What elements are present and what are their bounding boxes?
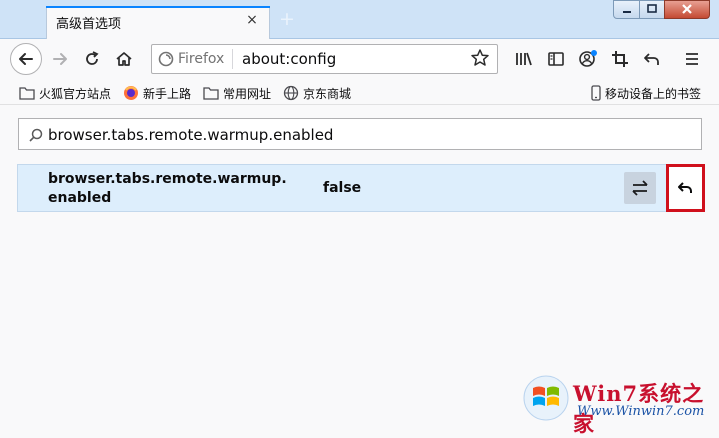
bookmark-item[interactable]: 火狐官方站点 [19, 84, 111, 102]
windows-logo-icon [523, 375, 569, 421]
identity-box[interactable]: Firefox [158, 50, 224, 68]
bookmark-label: 新手上路 [143, 86, 192, 101]
toggle-arrows-icon [632, 180, 648, 196]
tab-active-indicator [46, 6, 270, 8]
arrow-left-icon [19, 53, 33, 65]
bookmark-label: 移动设备上的书签 [605, 86, 702, 101]
preference-name-line-1: browser.tabs.remote.warmup. [48, 171, 287, 187]
window-maximize-button[interactable] [639, 0, 665, 19]
tab-title: 高级首选项 [56, 17, 122, 32]
preference-name: browser.tabs.remote.warmup. enabled [48, 170, 298, 208]
bookmark-label: 京东商城 [303, 86, 352, 101]
reload-icon [86, 51, 99, 65]
back-button[interactable] [10, 43, 42, 75]
watermark-url: Www.Winwin7.com [577, 404, 705, 419]
bookmark-item[interactable]: 新手上路 [123, 84, 191, 102]
reset-arrow-icon [677, 182, 692, 193]
arrow-right-icon [53, 53, 67, 65]
reset-button[interactable] [666, 164, 705, 212]
preference-name-line-2: enabled [48, 190, 112, 206]
library-icon [516, 52, 532, 66]
firefox-icon [158, 51, 174, 67]
hamburger-menu-icon [686, 53, 698, 65]
library-button[interactable] [508, 43, 540, 75]
firefox-icon [124, 86, 138, 100]
account-icon [579, 50, 597, 67]
screenshot-button[interactable] [604, 43, 636, 75]
identity-label: Firefox [178, 51, 225, 67]
search-value[interactable]: browser.tabs.remote.warmup.enabled [48, 126, 333, 144]
menu-button[interactable] [676, 43, 708, 75]
home-button[interactable] [108, 43, 140, 75]
forward-button[interactable] [44, 43, 76, 75]
mobile-bookmarks[interactable]: 移动设备上的书签 [591, 84, 701, 102]
reload-button[interactable] [76, 43, 108, 75]
sidebar-icon [548, 52, 564, 66]
tab-close-icon[interactable]: × [244, 12, 260, 28]
bookmark-label: 火狐官方站点 [39, 86, 112, 101]
sidebar-button[interactable] [540, 43, 572, 75]
crop-icon [612, 51, 628, 67]
new-tab-button[interactable]: + [278, 10, 296, 29]
folder-icon [203, 87, 219, 100]
preference-value: false [323, 180, 362, 196]
folder-icon [19, 87, 35, 100]
window-minimize-button[interactable] [613, 0, 640, 19]
mobile-icon [591, 85, 601, 101]
bookmark-star-icon[interactable] [470, 48, 490, 72]
undo-button[interactable] [636, 43, 668, 75]
window-close-button[interactable] [664, 0, 710, 19]
undo-arrow-icon [644, 53, 659, 65]
url-separator [232, 49, 233, 69]
bookmark-label: 常用网址 [223, 86, 272, 101]
bookmark-item[interactable]: 常用网址 [203, 84, 271, 102]
account-button[interactable] [572, 43, 604, 75]
home-icon [116, 52, 132, 66]
toggle-button[interactable] [624, 172, 656, 204]
globe-icon [283, 85, 299, 101]
url-input[interactable]: about:config [242, 50, 336, 68]
bookmark-item[interactable]: 京东商城 [283, 84, 351, 102]
search-icon [29, 128, 43, 142]
